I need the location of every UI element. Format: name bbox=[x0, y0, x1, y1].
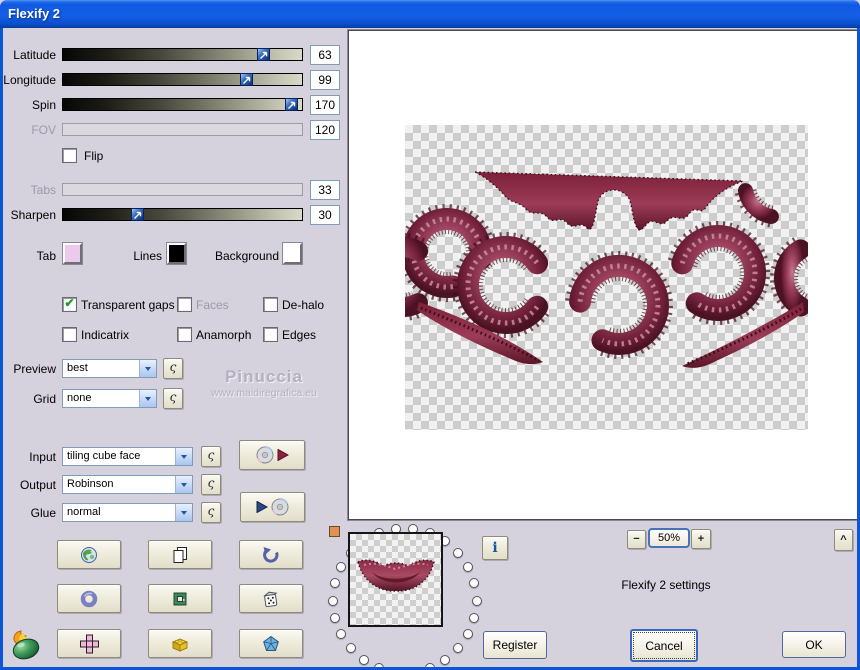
memory-dot[interactable] bbox=[335, 562, 346, 573]
collapse-button[interactable]: ^ bbox=[834, 529, 853, 551]
settings-thumbnail[interactable] bbox=[348, 532, 443, 627]
memory-dot[interactable] bbox=[463, 562, 474, 573]
register-button[interactable]: Register bbox=[483, 631, 547, 659]
settings-name-label: Flexify 2 settings bbox=[621, 578, 711, 592]
memory-dot[interactable] bbox=[345, 643, 356, 654]
memory-dot[interactable] bbox=[335, 628, 346, 639]
memory-dot[interactable] bbox=[469, 612, 480, 623]
zoom-level[interactable]: 50% bbox=[648, 528, 690, 548]
memory-dot[interactable] bbox=[327, 595, 338, 606]
selected-memory-slot[interactable] bbox=[329, 526, 340, 537]
title-bar[interactable]: Flexify 2 bbox=[0, 0, 860, 28]
memory-dot[interactable] bbox=[440, 654, 451, 665]
memory-dot[interactable] bbox=[453, 547, 464, 558]
memory-dot[interactable] bbox=[453, 643, 464, 654]
memory-dot[interactable] bbox=[469, 578, 480, 589]
cancel-button[interactable]: Cancel bbox=[630, 629, 698, 662]
memory-dot[interactable] bbox=[463, 628, 474, 639]
zoom-out-button[interactable]: − bbox=[627, 530, 646, 549]
info-icon: i bbox=[492, 540, 498, 556]
memory-dot[interactable] bbox=[358, 654, 369, 665]
window-title: Flexify 2 bbox=[8, 6, 61, 21]
zoom-in-button[interactable]: + bbox=[691, 529, 711, 549]
ok-button[interactable]: OK bbox=[782, 631, 846, 658]
info-button[interactable]: i bbox=[482, 536, 508, 560]
thumbnail-rendered-image bbox=[357, 559, 435, 592]
flexify-dialog: Flexify 2 Latitude 63 Longitude 99 Spin … bbox=[0, 0, 860, 670]
window-border-left bbox=[0, 24, 3, 670]
memory-dot[interactable] bbox=[471, 595, 482, 606]
memory-dot[interactable] bbox=[329, 578, 340, 589]
memory-dot[interactable] bbox=[329, 612, 340, 623]
